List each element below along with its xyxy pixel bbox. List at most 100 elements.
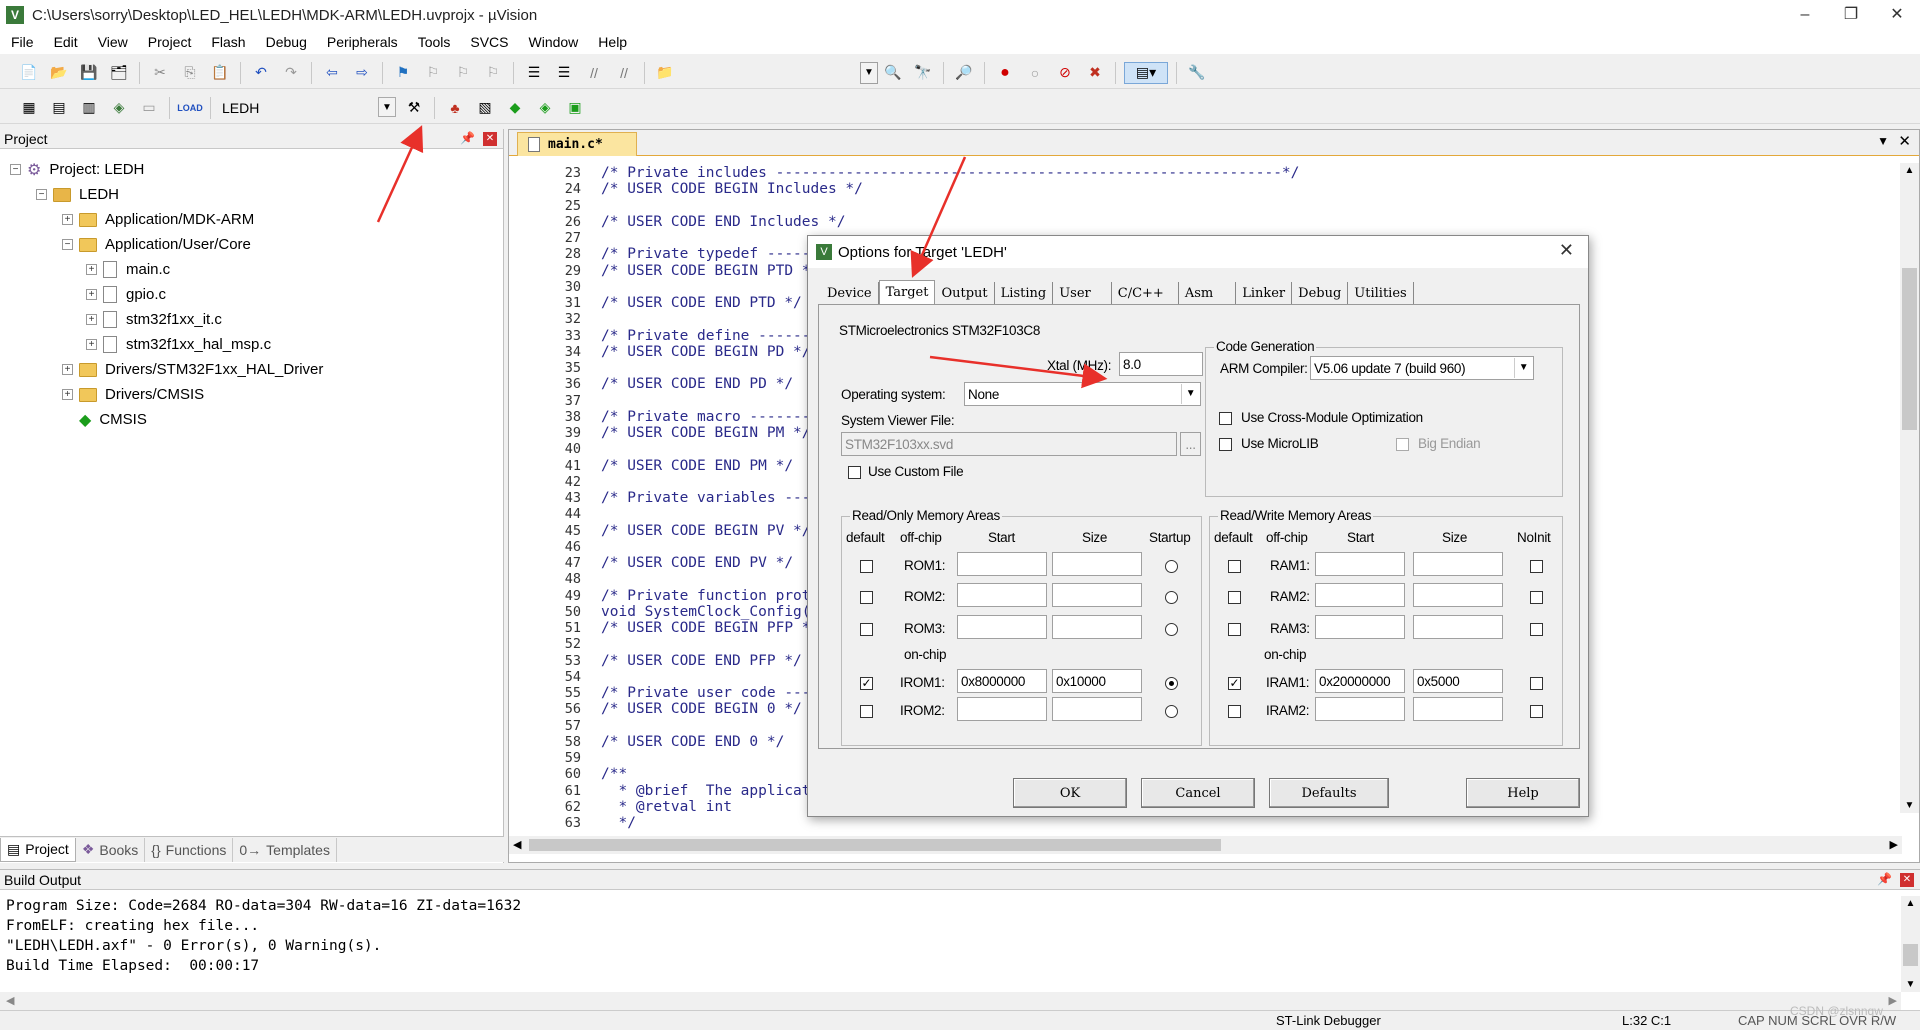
ok-button[interactable]: OK [1013,778,1127,808]
menu-window[interactable]: Window [518,34,588,50]
iram1-default-checkbox[interactable]: ✓ [1228,677,1241,690]
ram1-start-input[interactable] [1315,552,1405,576]
expand-toggle[interactable]: + [86,339,97,350]
tab-templates[interactable]: 0→ Templates [233,837,337,862]
rom1-startup-radio[interactable] [1165,560,1178,573]
find-in-files-icon[interactable]: 📁 [653,62,677,84]
rom1-default-checkbox[interactable] [860,560,873,573]
tab-linker[interactable]: Linker [1236,282,1293,304]
expand-toggle[interactable]: + [62,364,73,375]
ram1-size-input[interactable] [1413,552,1503,576]
operating-system-select[interactable]: None ▼ [964,382,1201,406]
window-layout-icon[interactable]: ▤▾ [1124,61,1168,84]
ram2-default-checkbox[interactable] [1228,591,1241,604]
find-icon[interactable]: 🔍 [881,62,905,84]
build-horizontal-scrollbar[interactable]: ◀ ▶ [0,992,1901,1010]
dialog-close-button[interactable]: ✕ [1559,240,1574,261]
options-for-target-icon[interactable]: ⚒ [402,97,426,119]
tree-item-file[interactable]: + main.c [86,257,170,282]
tab-list-icon[interactable]: ▼ [1877,134,1889,148]
menu-svcs[interactable]: SVCS [459,34,517,50]
scroll-up-icon[interactable]: ▲ [1901,898,1920,909]
copy-icon[interactable]: ⎘ [178,62,202,84]
tab-output[interactable]: Output [935,282,995,304]
ram2-noinit-checkbox[interactable] [1530,591,1543,604]
rom1-start-input[interactable] [957,552,1047,576]
rom2-default-checkbox[interactable] [860,591,873,604]
irom1-start-input[interactable]: 0x8000000 [957,669,1047,693]
scroll-thumb[interactable] [1902,268,1917,430]
tree-item-group[interactable]: + Drivers/CMSIS [62,382,204,407]
cross-module-checkbox[interactable] [1219,412,1232,425]
irom1-default-checkbox[interactable]: ✓ [860,677,873,690]
save-all-icon[interactable]: 🗂 [107,62,131,84]
close-panel-icon[interactable]: ✕ [1900,873,1914,887]
editor-tab-main-c[interactable]: main.c* [517,132,637,156]
expand-toggle[interactable]: + [86,314,97,325]
iram2-size-input[interactable] [1413,697,1503,721]
indent-icon[interactable]: ☰ [522,62,546,84]
translate-icon[interactable]: ▦ [17,97,41,119]
rom3-default-checkbox[interactable] [860,623,873,636]
iram2-default-checkbox[interactable] [1228,705,1241,718]
undo-icon[interactable]: ↶ [249,62,273,84]
tab-user[interactable]: User [1053,282,1112,304]
breakpoint-icon[interactable]: ● [993,62,1017,84]
nav-back-icon[interactable]: ⇦ [320,62,344,84]
collapse-toggle[interactable]: − [36,189,47,200]
rom2-startup-radio[interactable] [1165,591,1178,604]
irom2-default-checkbox[interactable] [860,705,873,718]
tree-item-target[interactable]: − LEDH [36,182,119,207]
redo-icon[interactable]: ↷ [279,62,303,84]
tree-item-group[interactable]: + Application/MDK-ARM [62,207,254,232]
tab-asm[interactable]: Asm [1179,282,1237,304]
defaults-button[interactable]: Defaults [1269,778,1389,808]
irom2-start-input[interactable] [957,697,1047,721]
menu-peripherals[interactable]: Peripherals [316,34,407,50]
tab-debug[interactable]: Debug [1292,282,1349,304]
ram3-noinit-checkbox[interactable] [1530,623,1543,636]
expand-toggle[interactable]: + [62,389,73,400]
incremental-find-icon[interactable]: 🔭 [911,62,935,84]
open-file-icon[interactable]: 📂 [47,62,71,84]
close-tab-icon[interactable]: ✕ [1898,132,1911,150]
tree-item-file[interactable]: + stm32f1xx_it.c [86,307,222,332]
tab-device[interactable]: Device [821,282,879,304]
scroll-right-icon[interactable]: ▶ [1890,838,1898,851]
irom1-startup-radio[interactable] [1165,677,1178,690]
disable-breakpoint-icon[interactable]: ○ [1023,62,1047,84]
scroll-thumb[interactable] [529,839,1221,851]
rom2-size-input[interactable] [1052,583,1142,607]
tab-utilities[interactable]: Utilities [1348,282,1414,304]
maximize-button[interactable]: ❐ [1828,0,1874,30]
batch-build-icon[interactable]: ◈ [107,97,131,119]
prev-bookmark-icon[interactable]: ⚐ [421,62,445,84]
rom3-start-input[interactable] [957,615,1047,639]
iram1-noinit-checkbox[interactable] [1530,677,1543,690]
stop-build-icon[interactable]: ▭ [137,97,161,119]
load-icon[interactable]: LOAD [177,97,203,119]
rom1-size-input[interactable] [1052,552,1142,576]
iram2-start-input[interactable] [1315,697,1405,721]
xtal-input[interactable]: 8.0 [1119,352,1203,376]
clear-bookmarks-icon[interactable]: ⚐ [481,62,505,84]
irom2-startup-radio[interactable] [1165,705,1178,718]
next-bookmark-icon[interactable]: ⚐ [451,62,475,84]
close-button[interactable]: ✕ [1874,0,1920,30]
new-file-icon[interactable]: 📄 [17,62,41,84]
menu-edit[interactable]: Edit [43,34,87,50]
use-custom-file-checkbox[interactable] [848,466,861,479]
target-select[interactable]: LEDH ▼ [216,96,396,119]
ram3-size-input[interactable] [1413,615,1503,639]
build-icon[interactable]: ▤ [47,97,71,119]
configure-icon[interactable]: 🔧 [1185,62,1209,84]
tab-listing[interactable]: Listing [995,282,1054,304]
pack-installer-icon[interactable]: ▣ [563,97,587,119]
editor-horizontal-scrollbar[interactable]: ◀ ▶ [509,836,1902,854]
tab-project[interactable]: ▤ Project [0,837,76,862]
unindent-icon[interactable]: ☰ [552,62,576,84]
arm-compiler-select[interactable]: V5.06 update 7 (build 960) ▼ [1310,356,1534,380]
tree-item-project[interactable]: − ⚙ Project: LEDH [10,157,144,182]
iram1-size-input[interactable]: 0x5000 [1413,669,1503,693]
help-button[interactable]: Help [1466,778,1580,808]
